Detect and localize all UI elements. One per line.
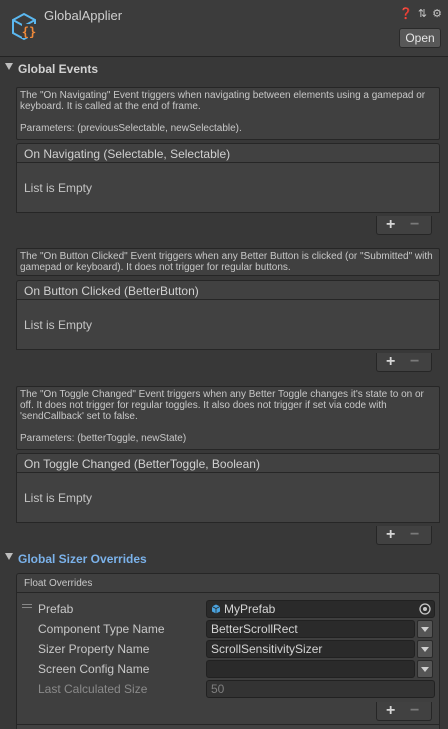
script-asset-icon: {} [12, 12, 36, 41]
screen-config-name-input[interactable] [206, 660, 415, 678]
navigating-event-list: List is Empty [16, 163, 440, 213]
toggle-changed-help-box: The "On Toggle Changed" Event triggers w… [16, 386, 440, 450]
add-item-button[interactable]: + [386, 353, 395, 370]
add-item-button[interactable]: + [386, 216, 395, 233]
prefab-object-field[interactable]: MyPrefab [206, 600, 435, 618]
presets-icon[interactable]: ⇅ [418, 7, 427, 20]
add-item-button[interactable]: + [386, 526, 395, 543]
toggle-changed-list-footer: + − [376, 526, 432, 545]
help-icon[interactable]: ❓ [399, 7, 413, 20]
component-type-name-input[interactable]: BetterScrollRect [206, 620, 415, 638]
foldout-arrow-icon [5, 63, 13, 70]
inspector-header: {} GlobalApplier ❓ ⇅ ⚙ Open [0, 0, 448, 57]
last-calculated-size-field: 50 [206, 680, 435, 698]
float-overrides-list-footer: + − [376, 702, 432, 721]
button-clicked-event-list: List is Empty [16, 300, 440, 350]
remove-item-button[interactable]: − [410, 216, 419, 233]
asset-title: GlobalApplier [44, 8, 123, 23]
screen-config-name-label: Screen Config Name [38, 662, 150, 676]
foldout-arrow-icon [5, 553, 13, 560]
add-item-button[interactable]: + [386, 702, 395, 719]
next-list-edge [16, 724, 440, 729]
object-picker-icon[interactable] [417, 601, 433, 617]
divider [16, 592, 440, 593]
settings-icon[interactable]: ⚙ [432, 7, 442, 20]
sizer-property-dropdown-button[interactable] [417, 640, 433, 658]
button-clicked-help-box: The "On Button Clicked" Event triggers w… [16, 248, 440, 276]
prefab-label: Prefab [38, 602, 74, 616]
drag-handle-icon[interactable] [22, 604, 32, 610]
navigating-event-header: On Navigating (Selectable, Selectable) [16, 143, 440, 163]
open-button[interactable]: Open [399, 28, 441, 48]
global-events-foldout[interactable]: Global Events [0, 59, 448, 79]
navigating-list-footer: + − [376, 216, 432, 235]
sizer-property-name-input[interactable]: ScrollSensitivitySizer [206, 640, 415, 658]
global-sizer-overrides-foldout[interactable]: Global Sizer Overrides [0, 549, 448, 569]
toggle-changed-event-list: List is Empty [16, 473, 440, 523]
remove-item-button[interactable]: − [410, 353, 419, 370]
last-calculated-size-label: Last Calculated Size [38, 682, 148, 696]
toggle-changed-event-header: On Toggle Changed (BetterToggle, Boolean… [16, 453, 440, 473]
prefab-icon [211, 604, 221, 614]
remove-item-button[interactable]: − [410, 526, 419, 543]
sizer-property-name-label: Sizer Property Name [38, 642, 150, 656]
float-overrides-label: Float Overrides [24, 578, 93, 589]
component-type-name-label: Component Type Name [38, 622, 165, 636]
screen-config-dropdown-button[interactable] [417, 660, 433, 678]
component-type-dropdown-button[interactable] [417, 620, 433, 638]
remove-item-button[interactable]: − [410, 702, 419, 719]
button-clicked-list-footer: + − [376, 353, 432, 372]
svg-text:{}: {} [22, 25, 36, 39]
navigating-help-box: The "On Navigating" Event triggers when … [16, 87, 440, 140]
button-clicked-event-header: On Button Clicked (BetterButton) [16, 280, 440, 300]
